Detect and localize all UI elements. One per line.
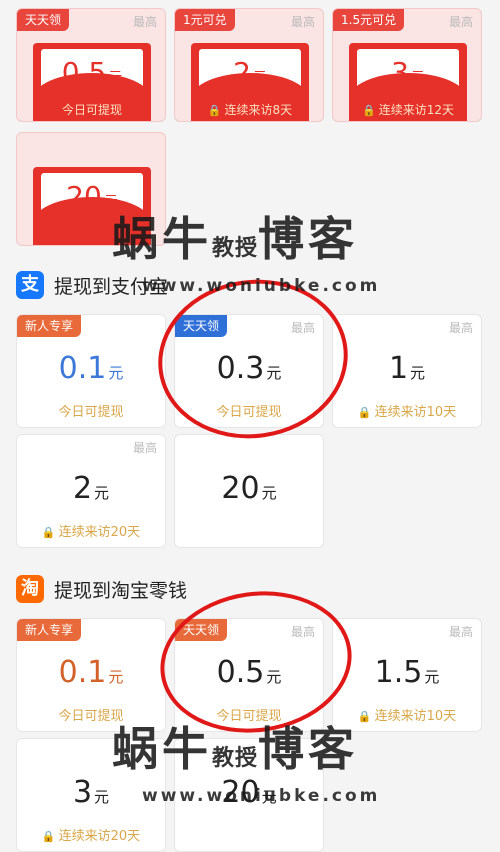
card-max-label: 最高 (290, 15, 315, 29)
option-amount: 20 元 (221, 471, 277, 506)
lock-icon: 🔒 (362, 104, 376, 117)
card-max-label: 最高 (132, 15, 157, 29)
withdraw-option-card[interactable]: 20 元 (174, 738, 324, 852)
card-max-label: 最高 (448, 321, 473, 335)
taobao-icon: 淘 (16, 575, 44, 603)
card-tag: 新人专享 (17, 619, 82, 641)
red-envelope-card[interactable]: 1.5元可兑 最高 3元 🔒连续来访12天 (332, 8, 482, 122)
card-tag: 1.5元可兑 (333, 9, 405, 31)
section-title: 提现到支付宝 (54, 275, 169, 298)
lock-icon: 🔒 (207, 104, 222, 117)
card-note: 🔒 连续来访8天 (207, 103, 293, 117)
lock-icon: 🔒 (41, 526, 56, 539)
alipay-section-header: 支 提现到支付宝 (16, 270, 168, 300)
option-note: 今日可提现 (58, 709, 124, 724)
red-envelope-card[interactable]: 天天领 最高 0.5元 今日可提现 (16, 8, 166, 122)
red-envelope-card[interactable]: 1元可兑 最高 2元 🔒连续来访8天 (174, 8, 324, 122)
section-title: 提现到淘宝零钱 (54, 579, 188, 602)
card-tag: 1元可兑 (175, 9, 235, 31)
withdraw-option-card[interactable]: 最高 1.5 元 🔒 连续来访10天 (332, 618, 482, 732)
option-note: 🔒 连续来访20天 (41, 525, 141, 540)
red-envelope-icon: 0.5元 今日可提现 (33, 43, 151, 121)
card-note: 今日可提现 (61, 103, 122, 117)
lock-icon: 🔒 (357, 406, 372, 419)
option-note: 🔒 连续来访10天 (357, 405, 457, 420)
option-amount: 1元 (388, 351, 426, 386)
option-amount: 20 元 (221, 775, 277, 810)
withdraw-option-card[interactable]: 最高 1元 🔒 连续来访10天 (332, 314, 482, 428)
option-amount: 0.1 元 (58, 351, 124, 386)
option-amount: 1.5 元 (374, 655, 440, 690)
withdraw-option-card[interactable]: 最高 2元 🔒 连续来访20天 (16, 434, 166, 548)
withdraw-option-card[interactable]: 新人专享 0.1 元 今日可提现 (16, 618, 166, 732)
card-note: 🔒 连续来访12天 (362, 103, 454, 117)
option-note: 🔒 连续来访20天 (41, 829, 141, 844)
taobao-section-header: 淘 提现到淘宝零钱 (16, 574, 187, 604)
red-envelope-icon: 2元 🔒连续来访8天 (191, 43, 309, 121)
lock-icon: 🔒 (357, 710, 372, 723)
alipay-icon: 支 (16, 271, 44, 299)
card-tag: 天天领 (17, 9, 70, 31)
withdraw-option-card[interactable]: 新人专享 0.1 元 今日可提现 (16, 314, 166, 428)
withdraw-option-card[interactable]: 20 元 (174, 434, 324, 548)
option-amount: 3元 (72, 775, 110, 810)
withdraw-option-card[interactable]: 3元 🔒 连续来访20天 (16, 738, 166, 852)
card-max-label: 最高 (448, 15, 473, 29)
card-max-label: 最高 (448, 625, 473, 639)
card-max-label: 最高 (132, 441, 157, 455)
option-amount: 2元 (72, 471, 110, 506)
red-envelope-icon: 3元 🔒连续来访12天 (349, 43, 467, 121)
option-note: 🔒 连续来访10天 (357, 709, 457, 724)
lock-icon: 🔒 (41, 830, 56, 843)
option-note: 今日可提现 (58, 405, 124, 420)
red-envelope-icon: 20元 (33, 167, 151, 245)
option-amount: 0.1 元 (58, 655, 124, 690)
red-envelope-card[interactable]: 20元 (16, 132, 166, 246)
card-tag: 新人专享 (17, 315, 82, 337)
